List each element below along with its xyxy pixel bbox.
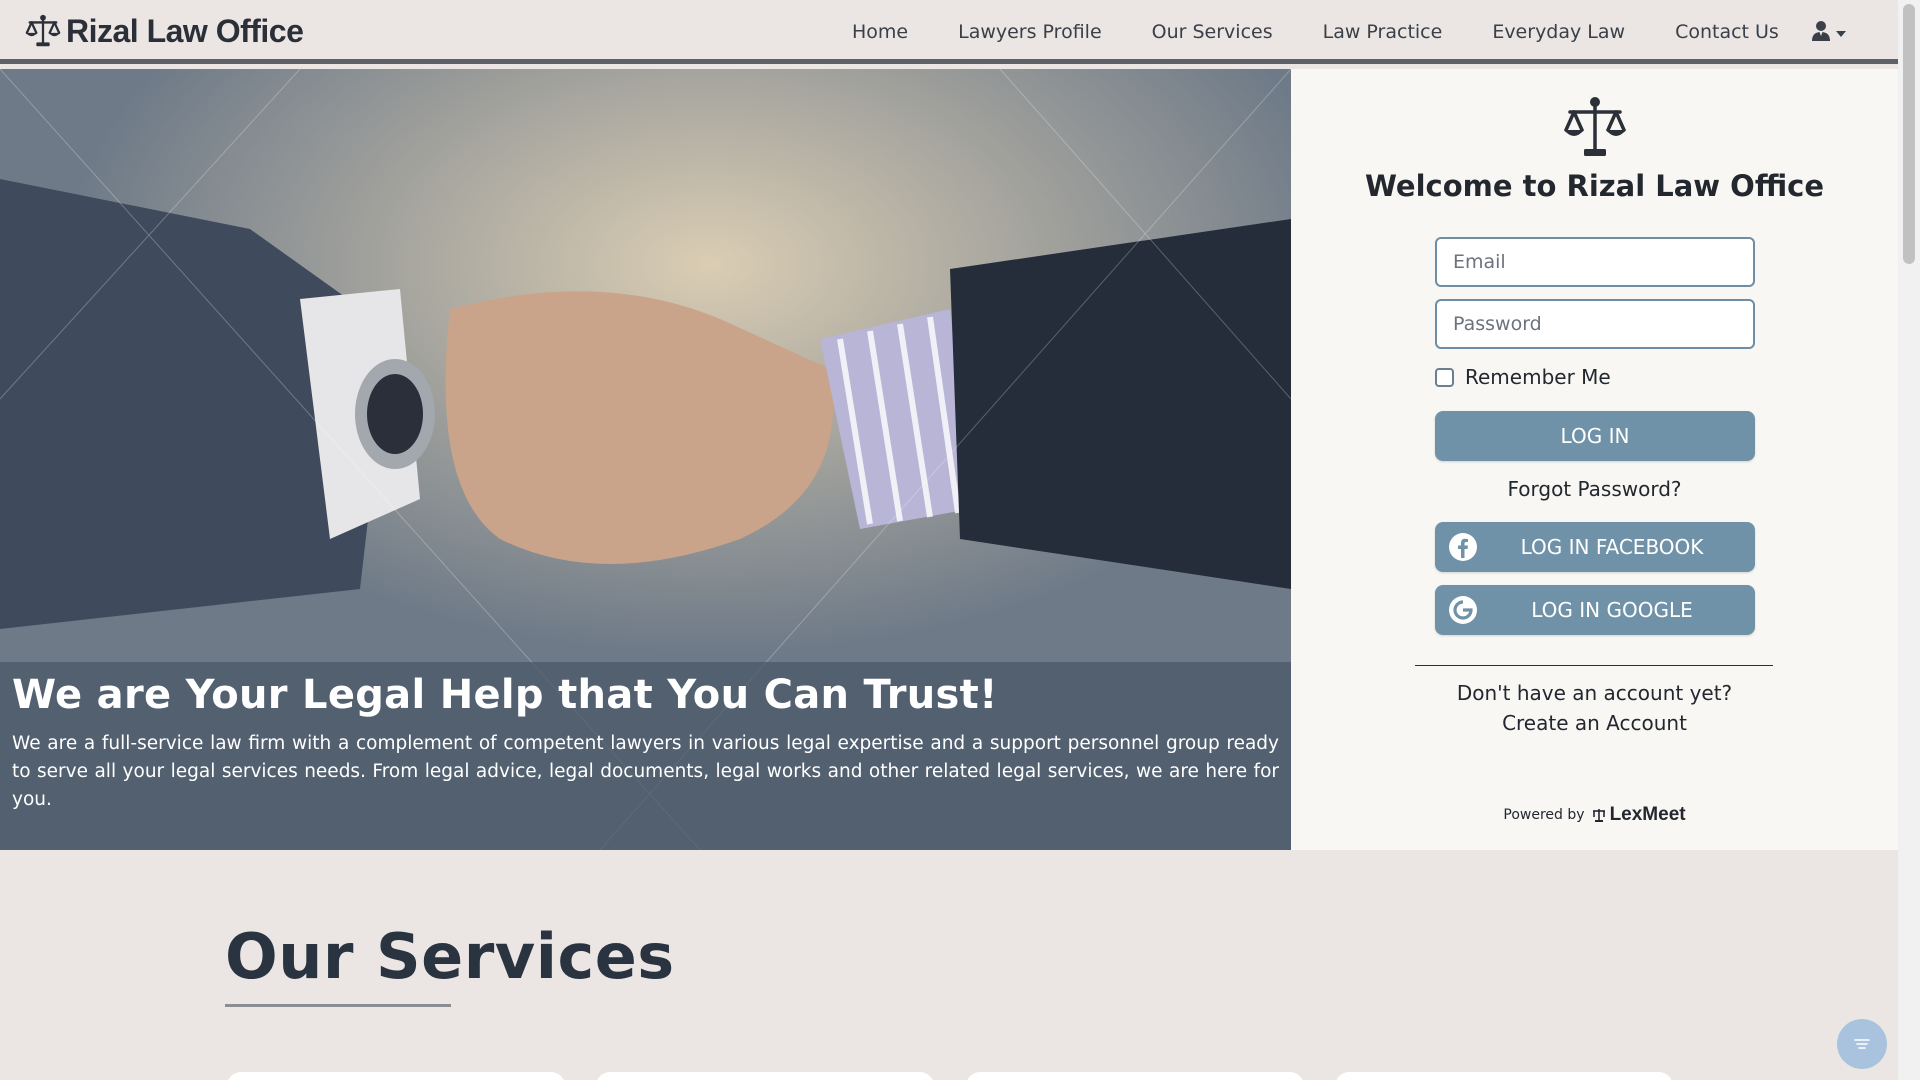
checkbox-box[interactable]: [1435, 367, 1454, 387]
scrollbar-thumb[interactable]: [1903, 4, 1915, 264]
nav-our-services[interactable]: Our Services: [1127, 21, 1298, 43]
nav-contact-us[interactable]: Contact Us: [1650, 21, 1804, 43]
google-icon: [1447, 594, 1479, 626]
nav-home[interactable]: Home: [827, 21, 933, 43]
services-underline: [225, 1004, 451, 1007]
login-panel: Welcome to Rizal Law Office Remember Me …: [1291, 69, 1898, 850]
user-icon: [1812, 20, 1830, 47]
hero-title: We are Your Legal Help that You Can Trus…: [12, 672, 998, 718]
email-field[interactable]: [1435, 237, 1755, 287]
service-card[interactable]: [596, 1072, 934, 1080]
hero-caption: We are Your Legal Help that You Can Trus…: [0, 662, 1291, 850]
password-field[interactable]: [1435, 299, 1755, 349]
service-card[interactable]: [1335, 1072, 1673, 1080]
hero-description: We are a full-service law firm with a co…: [12, 733, 1279, 810]
lexmeet-logo[interactable]: LexMeet: [1591, 804, 1686, 826]
user-menu-dropdown[interactable]: [1812, 20, 1846, 47]
remember-me-label: Remember Me: [1465, 365, 1611, 389]
page-scrollbar[interactable]: [1898, 0, 1920, 1080]
login-title: Welcome to Rizal Law Office: [1364, 169, 1825, 203]
floating-menu-button[interactable]: [1837, 1019, 1887, 1069]
scales-of-justice-icon: [24, 12, 62, 50]
login-facebook-button[interactable]: LOG IN FACEBOOK: [1435, 522, 1755, 572]
scales-of-justice-icon: [1562, 94, 1628, 158]
nav-everyday-law[interactable]: Everyday Law: [1467, 21, 1650, 43]
google-button-label: LOG IN GOOGLE: [1531, 598, 1693, 622]
chevron-down-icon: [1836, 30, 1846, 37]
lexmeet-scales-icon: [1592, 809, 1605, 822]
nav-lawyers-profile[interactable]: Lawyers Profile: [933, 21, 1127, 43]
top-navbar: Rizal Law Office Home Lawyers Profile Ou…: [0, 0, 1898, 64]
facebook-icon: [1447, 531, 1479, 563]
main-nav: Home Lawyers Profile Our Services Law Pr…: [827, 0, 1804, 64]
create-account-link[interactable]: Create an Account: [1291, 711, 1898, 735]
nav-law-practice[interactable]: Law Practice: [1298, 21, 1468, 43]
login-google-button[interactable]: LOG IN GOOGLE: [1435, 585, 1755, 635]
brand-name: Rizal Law Office: [66, 12, 304, 49]
powered-by: Powered by LexMeet: [1291, 804, 1898, 826]
service-card[interactable]: [227, 1072, 565, 1080]
powered-by-label: Powered by: [1503, 807, 1585, 823]
remember-me-checkbox[interactable]: Remember Me: [1435, 365, 1611, 389]
login-button[interactable]: LOG IN: [1435, 411, 1755, 461]
filter-lines-icon: [1854, 1039, 1870, 1049]
forgot-password-link[interactable]: Forgot Password?: [1291, 477, 1898, 501]
divider: [1415, 665, 1773, 666]
brand-logo-link[interactable]: Rizal Law Office: [24, 12, 304, 50]
services-heading: Our Services: [225, 920, 675, 993]
facebook-button-label: LOG IN FACEBOOK: [1520, 535, 1704, 559]
no-account-text: Don't have an account yet?: [1456, 681, 1733, 705]
hero-banner: We are Your Legal Help that You Can Trus…: [0, 69, 1291, 850]
lexmeet-brand: LexMeet: [1609, 804, 1686, 825]
service-card[interactable]: [966, 1072, 1304, 1080]
